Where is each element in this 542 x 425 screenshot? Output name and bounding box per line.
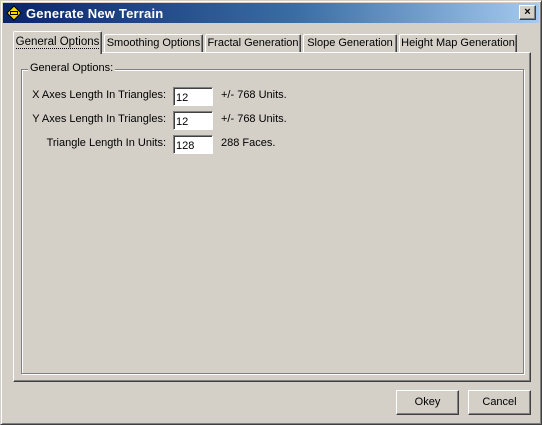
y-axes-length-input[interactable] <box>173 111 213 130</box>
close-icon: × <box>524 6 531 18</box>
x-axes-length-input[interactable] <box>173 87 213 106</box>
tab-label: Fractal Generation <box>207 37 299 49</box>
dialog-window: Generate New Terrain × General Options S… <box>0 0 542 425</box>
window-title: Generate New Terrain <box>26 6 164 21</box>
tab-height-map-generation[interactable]: Height Map Generation <box>399 34 517 52</box>
tab-general-options[interactable]: General Options <box>13 31 102 54</box>
tab-fractal-generation[interactable]: Fractal Generation <box>205 34 301 52</box>
okey-button[interactable]: Okey <box>396 390 459 415</box>
tab-label: General Options <box>15 36 100 49</box>
tab-slope-generation[interactable]: Slope Generation <box>303 34 397 52</box>
tab-label: Smoothing Options <box>106 37 201 49</box>
tab-panel-general-options: General Options: X Axes Length In Triang… <box>13 52 531 382</box>
title-bar[interactable]: Generate New Terrain × <box>3 3 539 23</box>
tab-smoothing-options[interactable]: Smoothing Options <box>104 34 203 52</box>
cancel-button[interactable]: Cancel <box>468 390 531 415</box>
general-options-group: General Options: X Axes Length In Triang… <box>21 62 524 374</box>
y-axes-units-note: +/- 768 Units. <box>221 113 287 125</box>
okey-button-label: Okey <box>414 396 441 408</box>
x-axes-length-label: X Axes Length In Triangles: <box>32 89 166 101</box>
faces-count-note: 288 Faces. <box>221 137 276 149</box>
terrain-app-icon <box>6 5 22 21</box>
close-button[interactable]: × <box>519 5 536 20</box>
y-axes-length-label: Y Axes Length In Triangles: <box>32 113 166 125</box>
tab-label: Slope Generation <box>307 37 393 49</box>
x-axes-units-note: +/- 768 Units. <box>221 89 287 101</box>
triangle-length-input[interactable] <box>173 135 213 154</box>
cancel-button-label: Cancel <box>482 396 517 408</box>
group-title: General Options: <box>28 62 116 74</box>
triangle-length-label: Triangle Length In Units: <box>46 137 166 149</box>
tab-label: Height Map Generation <box>401 37 515 49</box>
